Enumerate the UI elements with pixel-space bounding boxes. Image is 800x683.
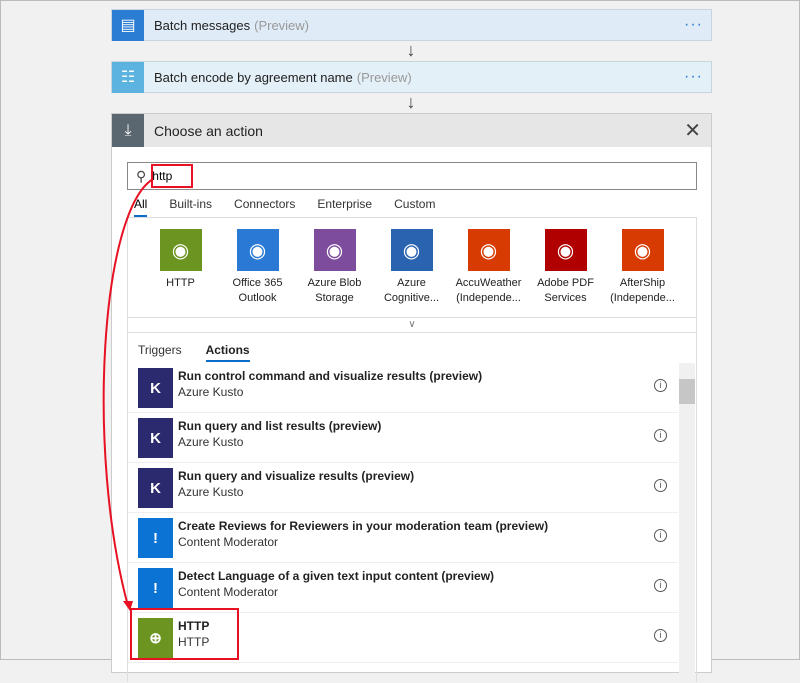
step-batch-encode[interactable]: ☷ Batch encode by agreement name (Preview…	[111, 61, 712, 93]
connector-list: ◉ HTTP ◉ Office 365 Outlook ◉ Azure Blob Storag…	[127, 217, 697, 318]
people-icon: ◉	[621, 229, 664, 271]
panel-header: ⤓ Choose an action ✕	[112, 114, 711, 147]
action-name: Run query and visualize results (preview…	[178, 469, 415, 483]
action-row[interactable]: K Run query and visualize results (previe…	[128, 463, 678, 513]
connector-name: Azure Kusto	[178, 485, 244, 499]
tab-built-ins[interactable]: Built-ins	[169, 197, 212, 218]
connector-name: Content Moderator	[178, 585, 279, 599]
cognitive-icon: ◉	[390, 229, 433, 271]
connector-name: Azure	[397, 277, 426, 289]
connector-tile[interactable]: ◉ Azure Blob Storage	[296, 218, 373, 317]
connector-name: Adobe PDF	[537, 277, 594, 289]
panel-title: Choose an action	[154, 122, 263, 139]
batch-messages-icon: ▤	[112, 9, 144, 41]
connector-tile[interactable]: ◉ Adobe PDF Services	[527, 218, 604, 317]
connector-name-line2: Cognitive...	[383, 292, 440, 304]
batch-encode-icon: ☷	[112, 61, 144, 93]
connector-name-line2: (Independe...	[456, 292, 521, 304]
step-batch-messages[interactable]: ▤ Batch messages (Preview) ···	[111, 9, 712, 41]
action-row[interactable]: K Run query and list results (preview) Azu…	[128, 413, 678, 463]
connector-name-line2: Services	[544, 292, 587, 304]
tab-enterprise[interactable]: Enterprise	[317, 197, 372, 218]
more-options-button[interactable]: ···	[684, 68, 703, 86]
info-icon[interactable]: i	[654, 379, 667, 392]
info-icon[interactable]: i	[654, 479, 667, 492]
connector-tile[interactable]: ◉ Azure Cognitive...	[373, 218, 450, 317]
connector-tile[interactable]: ◉ AfterShip (Independe...	[604, 218, 681, 317]
connector-name-line2: (Independe...	[610, 292, 675, 304]
tab-all[interactable]: All	[134, 197, 148, 218]
action-name: Run query and list results (preview)	[178, 419, 382, 433]
blob-storage-icon: ◉	[313, 229, 356, 271]
connector-icon: K	[138, 368, 173, 408]
connector-icon: K	[138, 468, 173, 508]
globe-icon: ◉	[159, 229, 202, 271]
action-list: K Run control command and visualize resul…	[128, 363, 678, 663]
search-icon: ⚲	[136, 167, 147, 184]
action-row[interactable]: ! Create Reviews for Reviewers in your mo…	[128, 513, 678, 563]
action-row[interactable]: ! Detect Language of a given text input c…	[128, 563, 678, 613]
connector-tile[interactable]: ◉ AccuWeather (Independe...	[450, 218, 527, 317]
connector-name-line2: Storage	[315, 292, 354, 304]
connector-name: Azure Blob	[307, 277, 362, 289]
action-name: Run control command and visualize result…	[178, 369, 483, 383]
info-icon[interactable]: i	[654, 529, 667, 542]
tab-triggers[interactable]: Triggers	[138, 343, 182, 362]
connector-name: HTTP	[166, 277, 195, 289]
step-title: Batch encode by agreement name	[154, 69, 353, 85]
scrollbar[interactable]	[679, 363, 695, 683]
connector-name: Content Moderator	[178, 535, 279, 549]
tab-custom[interactable]: Custom	[394, 197, 435, 218]
info-icon[interactable]: i	[654, 429, 667, 442]
scrollbar-thumb[interactable]	[679, 379, 695, 404]
info-icon[interactable]: i	[654, 579, 667, 592]
adobe-pdf-icon: ◉	[544, 229, 587, 271]
info-icon[interactable]: i	[654, 629, 667, 642]
connector-icon: K	[138, 418, 173, 458]
more-options-button[interactable]: ···	[684, 16, 703, 34]
connector-name: Azure Kusto	[178, 385, 244, 399]
action-icon: ⤓	[112, 114, 144, 147]
arrow-down-icon: ↓	[406, 92, 416, 112]
connector-icon: !	[138, 518, 173, 558]
action-row[interactable]: K Run control command and visualize resul…	[128, 363, 678, 413]
people-icon: ◉	[467, 229, 510, 271]
tab-actions[interactable]: Actions	[205, 343, 250, 362]
arrow-down-icon: ↓	[406, 40, 416, 60]
action-name: HTTP	[178, 619, 210, 633]
connector-tile[interactable]: ◉ Office 365 Outlook	[219, 218, 296, 317]
connector-name: Office 365	[232, 277, 283, 289]
close-icon[interactable]: ✕	[684, 118, 701, 143]
preview-tag: (Preview)	[254, 17, 310, 33]
connector-icon: !	[138, 568, 173, 608]
action-name: Create Reviews for Reviewers in your mod…	[178, 519, 549, 533]
search-input[interactable]	[152, 169, 553, 183]
tab-connectors[interactable]: Connectors	[234, 197, 295, 218]
connector-icon: ⊕	[138, 618, 173, 658]
preview-tag: (Preview)	[356, 69, 412, 85]
search-box[interactable]: ⚲	[127, 162, 697, 190]
connector-name: Azure Kusto	[178, 435, 244, 449]
connector-tile[interactable]: ◉ HTTP	[142, 218, 219, 317]
action-name: Detect Language of a given text input co…	[178, 569, 495, 583]
outlook-icon: ◉	[236, 229, 279, 271]
connector-name: AfterShip	[619, 277, 666, 289]
choose-action-panel: ⤓ Choose an action ✕ ⚲ All Built-ins Con…	[111, 113, 712, 683]
connector-name: HTTP	[178, 635, 210, 649]
filter-tabs: All Built-ins Connectors Enterprise Cust…	[134, 197, 457, 218]
results-section: Triggers Actions K Run control command an…	[127, 332, 697, 683]
expand-chevron-icon[interactable]: ∨	[127, 318, 697, 333]
connector-name-line2: Outlook	[238, 292, 277, 304]
connector-name: AccuWeather	[455, 277, 522, 289]
step-title: Batch messages	[154, 17, 251, 33]
action-row[interactable]: ⊕ HTTP HTTP i	[128, 613, 678, 663]
